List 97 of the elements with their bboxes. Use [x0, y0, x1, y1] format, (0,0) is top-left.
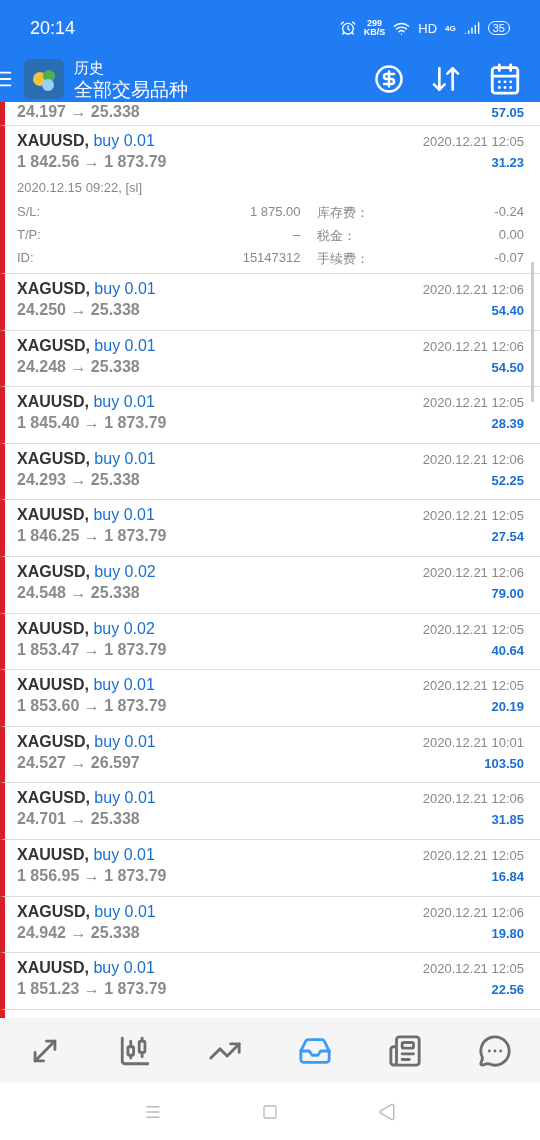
close-time: 2020.12.21 12:06 — [422, 338, 524, 354]
profit: 31.85 — [491, 812, 524, 828]
profit: 52.25 — [491, 472, 524, 488]
profit: 19.80 — [491, 925, 524, 941]
price-range: 1 842.56 → 1 873.79 — [17, 153, 167, 171]
trade-title: XAGUSD, buy 0.01 — [17, 732, 156, 751]
price-range: 24.527 → 26.597 — [17, 753, 140, 772]
close-time: 2020.12.21 12:05 — [422, 847, 524, 863]
trade-title: XAGUSD, buy 0.01 — [17, 902, 156, 921]
price-range: 24.548 → 25.338 — [17, 583, 140, 602]
profit: 54.50 — [491, 359, 524, 375]
trade-row[interactable]: XAGUSD, buy 0.02 2020.12.21 12:06 24.548 → 25.338 79.00 — [0, 556, 540, 614]
charge-value: 0.00 — [498, 227, 524, 244]
price-range: 24.248 → 25.338 — [17, 357, 140, 376]
trade-row[interactable]: XAUUSD, buy 0.01 2020.12.21 12:05 1 856.95 → 1 873.79 16.84 — [0, 839, 540, 897]
profit: 40.64 — [491, 642, 524, 658]
price-range: 1 851.23 → 1 873.79 — [17, 980, 167, 999]
trade-title: XAUUSD, buy 0.01 — [17, 393, 155, 412]
hd-label: HD — [418, 20, 438, 36]
trade-title: XAGUSD, buy 0.01 — [17, 280, 156, 298]
field-value: – — [292, 227, 301, 244]
price-range: 1 856.95 → 1 873.79 — [17, 866, 167, 885]
symbol-filter[interactable]: 全部交易品种 — [74, 79, 364, 101]
trade-row[interactable]: XAGUSD, buy 0.01 2020.12.21 12:06 24.942 → 25.338 19.80 — [0, 896, 540, 954]
close-time: 2020.12.21 12:05 — [422, 134, 524, 149]
screen-title: 历史 — [74, 58, 105, 78]
calendar-icon[interactable] — [488, 62, 522, 96]
profit: 31.23 — [491, 155, 524, 170]
trade-row[interactable]: XAGUSD, buy 0.01 2020.12.21 12:06 24.293 → 25.338 52.25 — [0, 443, 540, 501]
open-time: 2020.12.15 09:22, [sl] — [17, 180, 144, 197]
close-time: 2020.12.21 12:06 — [422, 564, 524, 580]
trade-row[interactable]: XAUUSD, buy 0.01 2020.12.21 12:05 1 845.40 → 1 873.79 28.39 — [0, 387, 540, 444]
newspaper-icon — [388, 1033, 422, 1068]
trade-title: XAGUSD, buy 0.01 — [17, 789, 156, 808]
charge-value: -0.24 — [494, 204, 524, 221]
charge-value: -0.07 — [494, 250, 524, 267]
close-time: 2020.12.21 12:05 — [422, 395, 524, 411]
close-time: 2020.12.21 12:05 — [422, 621, 524, 637]
trade-title: XAUUSD, buy 0.01 — [17, 845, 155, 864]
profit: 57.05 — [491, 105, 524, 120]
profit: 20.19 — [491, 699, 524, 715]
clock: 20:14 — [30, 17, 77, 39]
close-time: 2020.12.21 12:05 — [422, 678, 524, 694]
field-value: 1 875.00 — [248, 204, 301, 221]
price-range: 24.197 → 25.338 — [17, 103, 140, 121]
profit: 54.40 — [491, 303, 524, 318]
profit: 28.39 — [491, 416, 524, 432]
close-time: 2020.12.21 10:01 — [422, 734, 524, 750]
profit: 103.50 — [484, 755, 524, 771]
app-logo-icon — [24, 59, 64, 99]
trade-title: XAUUSD, buy 0.01 — [17, 959, 155, 978]
trade-row[interactable]: XAUUSD, buy 0.02 2020.12.21 12:05 1 853.47 → 1 873.79 40.64 — [0, 613, 540, 671]
profit: 27.54 — [491, 529, 524, 545]
dollar-icon[interactable] — [374, 64, 404, 94]
trade-row[interactable]: XAUUSD, buy 0.01 2020.12.21 12:05 1 853.60 → 1 873.79 20.19 — [0, 670, 540, 727]
network-label: 4G — [445, 23, 456, 33]
charge-label: 手续费： — [316, 250, 369, 268]
field-label: ID: — [17, 250, 35, 267]
network-speed: 299 KB/S — [363, 19, 386, 37]
trade-title: XAGUSD, buy 0.01 — [17, 449, 156, 468]
price-range: 24.293 → 25.338 — [17, 470, 140, 489]
close-time: 2020.12.21 12:06 — [422, 282, 524, 297]
trade-title: XAUUSD, buy 0.01 — [17, 676, 155, 695]
price-range: 1 845.40 → 1 873.79 — [17, 414, 167, 433]
price-range: 1 853.60 → 1 873.79 — [17, 697, 167, 716]
trade-row[interactable]: XAUUSD, buy 0.01 2020.12.21 12:05 1 851.23 → 1 873.79 22.56 — [0, 953, 540, 1010]
price-range: 24.250 → 25.338 — [17, 301, 140, 319]
close-time: 2020.12.21 12:05 — [422, 508, 524, 524]
close-time: 2020.12.21 12:05 — [422, 961, 524, 977]
signal-icon — [463, 20, 480, 36]
profit: 16.84 — [491, 868, 524, 884]
field-label: S/L: — [17, 204, 42, 221]
close-time: 2020.12.21 12:06 — [422, 904, 524, 920]
price-range: 24.701 → 25.338 — [17, 810, 140, 829]
alarm-icon — [339, 20, 356, 36]
price-range: 24.942 → 25.338 — [17, 923, 140, 942]
price-range: 1 846.25 → 1 873.79 — [17, 527, 167, 546]
price-range: 1 853.47 → 1 873.79 — [17, 640, 167, 659]
field-value: 15147312 — [241, 250, 301, 267]
charge-label: 库存费： — [316, 204, 369, 222]
profit: 22.56 — [491, 982, 524, 998]
trade-title: XAUUSD, buy 0.01 — [17, 506, 155, 525]
chat-icon — [478, 1033, 512, 1068]
trade-row[interactable]: XAGUSD, buy 0.01 2020.12.21 12:06 24.701 → 25.338 31.85 — [0, 783, 540, 840]
trade-row[interactable]: XAGUSD, buy 0.01 2020.12.21 10:01 24.527 → 26.597 103.50 — [0, 726, 540, 784]
trade-row[interactable]: 24.197 → 25.338 57.05 — [0, 102, 540, 126]
charge-label: 税金： — [316, 227, 356, 245]
close-time: 2020.12.21 12:06 — [422, 791, 524, 807]
trade-row[interactable]: XAUUSD, buy 0.01 2020.12.21 12:05 1 842.56 → 1 873.79 31.23 2020.12.15 09:22, [sl] S/L: 1 875.00 库存费： -0.24 T/P: – 税金： 0.00 ID: 15147312 手续费： -0.07 — [0, 126, 540, 274]
field-label: T/P: — [17, 227, 42, 244]
trade-title: XAUUSD, buy 0.01 — [17, 132, 155, 150]
trade-title: XAGUSD, buy 0.01 — [17, 336, 156, 355]
close-time: 2020.12.21 12:06 — [422, 451, 524, 467]
trade-title: XAUUSD, buy 0.02 — [17, 619, 155, 638]
profit: 79.00 — [491, 585, 524, 601]
trade-title: XAGUSD, buy 0.02 — [17, 562, 156, 581]
trade-row[interactable]: XAUUSD, buy 0.01 2020.12.21 12:05 1 846.25 → 1 873.79 27.54 — [0, 500, 540, 557]
